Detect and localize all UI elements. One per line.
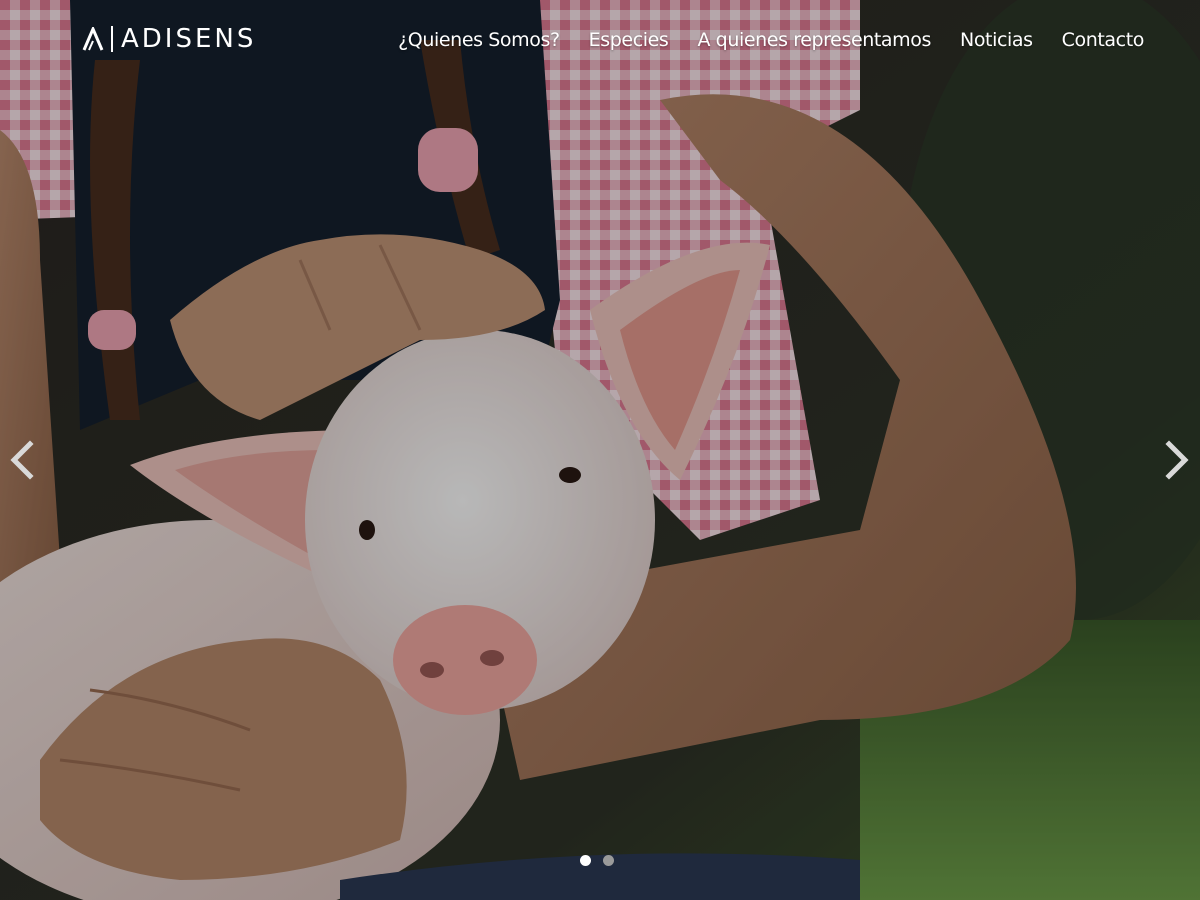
stylized-a-logo-icon [82,27,104,51]
nav-item-quienes-somos[interactable]: ¿Quienes Somos? [398,25,560,55]
slider-dot[interactable] [580,855,591,866]
slider-prev-button[interactable] [8,440,36,480]
logo-divider [111,26,113,52]
slider-pagination [580,855,614,866]
nav-item-noticias[interactable]: Noticias [960,25,1033,55]
chevron-left-icon [10,440,34,480]
hero-slider [0,0,1200,900]
nav-item-contacto[interactable]: Contacto [1062,25,1145,55]
brand-logo[interactable]: ADISENS [82,24,256,54]
slider-dot[interactable] [603,855,614,866]
brand-name: ADISENS [121,24,257,54]
chevron-right-icon [1165,440,1189,480]
hero-image [0,0,1200,900]
nav-item-especies[interactable]: Especies [589,25,669,55]
nav-item-a-quienes-representamos[interactable]: A quienes representamos [697,25,931,55]
main-nav: ¿Quienes Somos? Especies A quienes repre… [398,25,1144,55]
slider-next-button[interactable] [1163,440,1191,480]
site-header: ADISENS ¿Quienes Somos? Especies A quien… [0,0,1200,80]
